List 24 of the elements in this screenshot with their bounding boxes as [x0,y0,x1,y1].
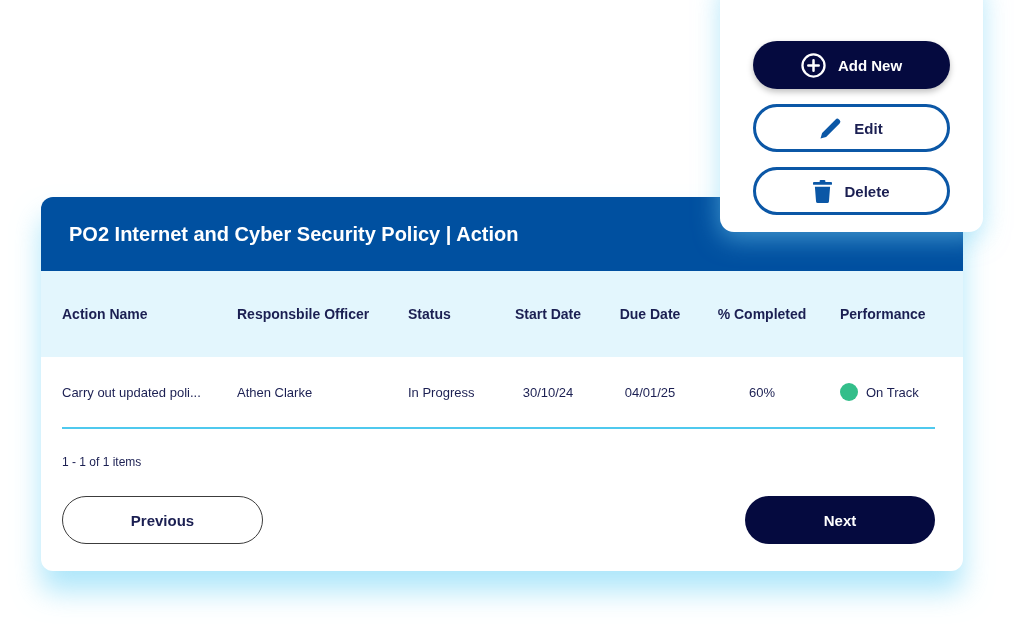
column-header: Start Date [514,306,582,322]
item-count: 1 - 1 of 1 items [62,454,143,470]
table-cell-text: Carry out updated poli... [62,384,202,400]
previous-button[interactable]: Previous [62,496,263,544]
table-cell: 04/01/25 [624,384,676,400]
table-cell: 30/10/24 [522,384,574,400]
next-button[interactable]: Next [745,496,935,544]
column-header: Responsbile Officer [237,306,371,322]
pencil-icon [820,117,843,139]
column-header: Action Name [62,306,149,322]
panel-title: PO2 Internet and Cyber Security Policy | Action [69,222,519,246]
column-header: Due Date [619,306,681,322]
table-cell-text: In Progress [408,384,476,400]
column-header: Performance [839,306,927,322]
plus-circle-icon [800,52,826,78]
performance-label: On Track [866,384,919,400]
table-cell: 60% [749,384,775,400]
column-header: Status [408,306,452,322]
column-header: % Completed [717,306,807,322]
table-cell-text: Athen Clarke [237,384,314,400]
delete-button[interactable]: Delete [753,167,950,215]
edit-button[interactable]: Edit [753,104,950,152]
add-new-button[interactable]: Add New [753,41,950,89]
trash-icon [813,179,833,203]
